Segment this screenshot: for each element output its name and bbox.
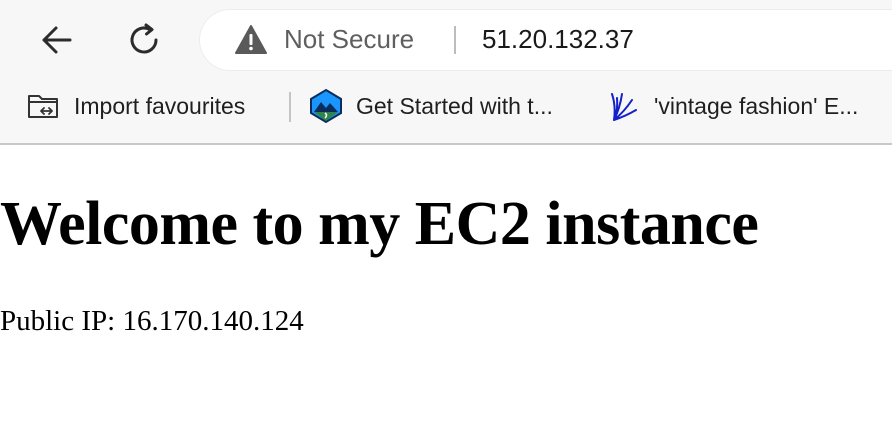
- back-arrow-icon: [42, 26, 72, 54]
- bookmark-vintage-fashion[interactable]: 'vintage fashion' E...: [606, 82, 858, 130]
- warning-triangle-icon[interactable]: [234, 24, 268, 56]
- reload-icon: [130, 23, 158, 54]
- bookmark-divider: [289, 92, 291, 122]
- bookmark-label: 'vintage fashion' E...: [654, 92, 859, 119]
- bookmark-import-favourites[interactable]: Import favourites: [26, 82, 245, 130]
- url-text[interactable]: 51.20.132.37: [482, 24, 634, 55]
- public-ip-text: Public IP: 16.170.140.124: [0, 305, 304, 337]
- bookmark-label: Import favourites: [74, 92, 246, 119]
- page-heading: Welcome to my EC2 instance: [0, 190, 759, 258]
- brush-strokes-icon: [606, 88, 642, 124]
- page-content: Welcome to my EC2 instance Public IP: 16…: [0, 145, 892, 446]
- trailhead-icon: [308, 88, 344, 124]
- bookmarks-bar: Import favourites Get Started with t... …: [0, 82, 892, 130]
- browser-chrome: Not Secure 51.20.132.37 Import favourite…: [0, 0, 892, 145]
- back-button[interactable]: [34, 18, 78, 62]
- bookmark-label: Get Started with t...: [356, 92, 553, 119]
- address-divider: [454, 26, 456, 54]
- address-bar[interactable]: Not Secure 51.20.132.37: [200, 10, 892, 70]
- security-status-label[interactable]: Not Secure: [284, 24, 414, 55]
- import-folder-icon: [26, 88, 62, 124]
- reload-button[interactable]: [122, 18, 166, 62]
- bookmark-get-started[interactable]: Get Started with t...: [308, 82, 553, 130]
